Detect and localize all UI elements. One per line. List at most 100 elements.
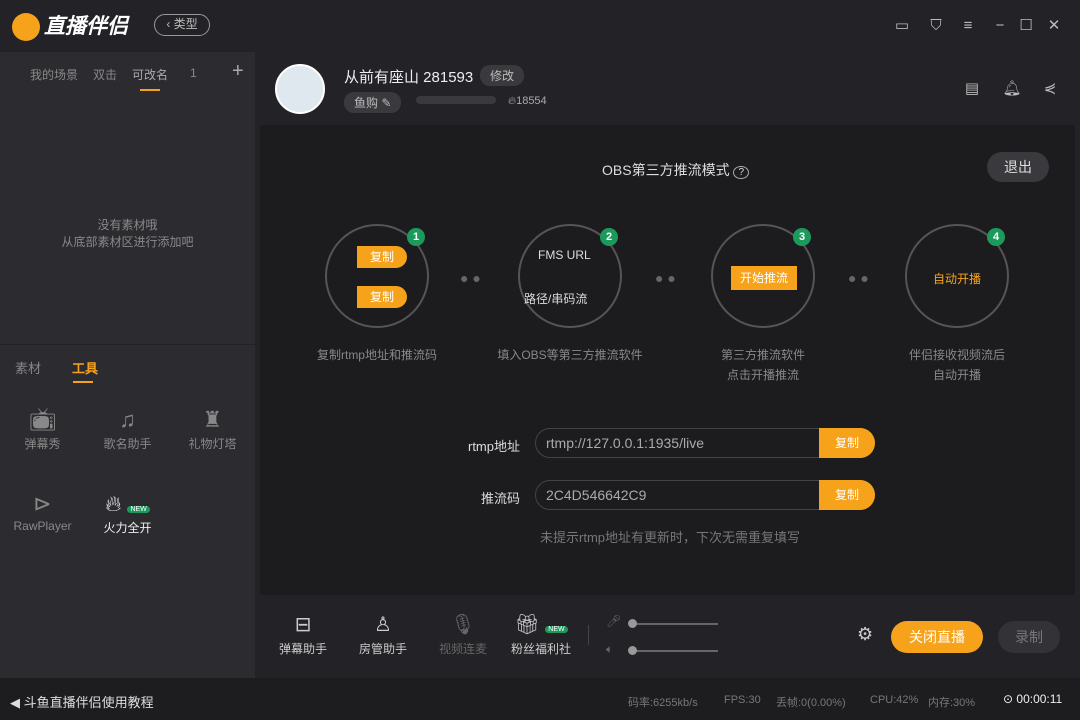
scene-tab-active[interactable]: 可改名 xyxy=(132,66,168,83)
tool-label: 礼物灯塔 xyxy=(170,435,255,452)
scene-tab[interactable]: 我的场景 xyxy=(30,66,78,83)
type-button[interactable]: ‹ 类型 xyxy=(154,14,210,36)
step-caption: 伴侣接收视频流后自动开播 xyxy=(867,345,1047,385)
new-badge: NEW xyxy=(127,506,149,513)
add-scene-button[interactable]: + xyxy=(232,60,244,83)
hint-text: 未提示rtmp地址有更新时，下次无需重复填写 xyxy=(540,527,800,546)
category-label: 鱼购 xyxy=(354,96,378,110)
bottom-label: 弹幕助手 xyxy=(268,640,338,657)
monitor-icon[interactable]: ▭ xyxy=(892,16,912,36)
admin-icon: ♙ xyxy=(348,612,418,640)
mic-icon: 🎙︎ xyxy=(428,612,498,640)
step-4: 自动开播 4 xyxy=(905,224,1009,328)
record-button[interactable]: 录制 xyxy=(998,621,1060,653)
video-link-button[interactable]: 🎙︎视频连麦 xyxy=(428,612,498,657)
tool-label: 歌名助手 xyxy=(85,435,170,452)
share-icon[interactable]: ⋞ xyxy=(1040,79,1060,99)
tool-song-helper[interactable]: ♫歌名助手 xyxy=(85,405,170,452)
mic-volume-icon[interactable]: 🎤︎ xyxy=(606,614,621,628)
fan-welfare-button[interactable]: 🎁︎ NEW粉丝福利社 xyxy=(506,612,576,657)
step-number: 4 xyxy=(987,228,1005,246)
step-connector: ● ● xyxy=(460,270,481,286)
copy-rtmp-button[interactable]: 复制 xyxy=(357,246,407,268)
tv-icon: 📺︎ xyxy=(0,405,85,435)
bottom-label: 房管助手 xyxy=(348,640,418,657)
key-value: 2C4D546642C9 xyxy=(546,487,646,503)
tutorial-link[interactable]: ◀ 斗鱼直播伴侣使用教程 xyxy=(10,692,154,711)
auto-start-text: 自动开播 xyxy=(907,270,1007,287)
tool-gift-tower[interactable]: ♜礼物灯塔 xyxy=(170,405,255,452)
step-number: 3 xyxy=(793,228,811,246)
step-caption: 第三方推流软件点击开播推流 xyxy=(673,345,853,385)
scene-panel: 我的场景 双击 可改名 1 + 没有素材哦从底部素材区进行添加吧 xyxy=(0,52,255,345)
shirt-icon[interactable]: ⛉ xyxy=(926,16,946,36)
copy-key-button[interactable]: 复制 xyxy=(357,286,407,308)
tool-danmu-show[interactable]: 📺︎弹幕秀 xyxy=(0,405,85,452)
category-button[interactable]: 鱼购 ✎ xyxy=(344,92,401,113)
room-admin-button[interactable]: ♙房管助手 xyxy=(348,612,418,657)
app-title: 直播伴侣 xyxy=(44,15,128,38)
obs-title-text: OBS第三方推流模式 xyxy=(602,162,730,178)
speaker-volume-icon[interactable]: 🔈︎ xyxy=(606,642,613,657)
step-3: 开始推流 3 xyxy=(711,224,815,328)
step-caption: 填入OBS等第三方推流软件 xyxy=(480,345,660,365)
streamer-name: 从前有座山 281593 xyxy=(344,66,473,87)
divider xyxy=(588,625,589,645)
close-live-button[interactable]: 关闭直播 xyxy=(891,621,983,653)
help-icon[interactable]: ? xyxy=(733,166,749,179)
empty-line: 从底部素材区进行添加吧 xyxy=(0,234,255,251)
bottom-label: 视频连麦 xyxy=(428,640,498,657)
blurred-info xyxy=(416,96,496,104)
logo-icon xyxy=(12,13,40,41)
tool-firepower[interactable]: 🔥︎ NEW火力全开 xyxy=(85,489,170,536)
memory-usage: 内存:30% xyxy=(928,694,975,710)
type-label: 类型 xyxy=(174,17,198,31)
start-push-button: 开始推流 xyxy=(731,266,797,290)
caption-line: 第三方推流软件 xyxy=(673,345,853,365)
tool-label: 弹幕秀 xyxy=(0,435,85,452)
bitrate: 码率:6255kb/s xyxy=(628,694,698,710)
scene-tab[interactable]: 1 xyxy=(190,66,197,80)
hot-count: 🔥︎18554 xyxy=(508,95,547,108)
close-icon[interactable]: ✕ xyxy=(1044,16,1064,36)
copy-key-field-button[interactable]: 复制 xyxy=(819,480,875,510)
tool-label: 火力全开 xyxy=(85,519,170,536)
app-logo: 直播伴侣 xyxy=(12,10,128,41)
menu-icon[interactable]: ≡ xyxy=(958,16,978,36)
stream-key-field[interactable]: 2C4D546642C9 复制 xyxy=(535,480,875,510)
edit-name-button[interactable]: 修改 xyxy=(480,65,524,86)
minimize-icon[interactable]: − xyxy=(990,16,1010,36)
danmu-helper-button[interactable]: ⊟弹幕助手 xyxy=(268,612,338,657)
maximize-icon[interactable]: ☐ xyxy=(1016,16,1036,36)
caption-line: 伴侣接收视频流后 xyxy=(867,345,1047,365)
layout-icon[interactable]: ▤ xyxy=(962,79,982,99)
music-icon: ♫ xyxy=(85,405,170,435)
tab-tools[interactable]: 工具 xyxy=(72,358,98,377)
empty-line: 没有素材哦 xyxy=(0,217,255,234)
rtmp-value: rtmp://127.0.0.1:1935/live xyxy=(546,435,704,451)
tool-rawplayer[interactable]: ⊳RawPlayer xyxy=(0,489,85,533)
path-text: 路径/串码流 xyxy=(524,290,587,307)
exit-button[interactable]: 退出 xyxy=(987,152,1049,182)
settings-icon[interactable]: ⚙ xyxy=(857,624,873,645)
mic-volume-slider[interactable] xyxy=(632,623,718,625)
fire-icon: 🔥︎ NEW xyxy=(85,489,170,519)
step-2: FMS URL 路径/串码流 2 xyxy=(518,224,622,328)
new-badge: NEW xyxy=(545,626,567,633)
tab-material[interactable]: 素材 xyxy=(15,358,41,377)
bottom-label: 粉丝福利社 xyxy=(506,640,576,657)
clock-icon: ⊙ xyxy=(1003,692,1013,706)
bell-icon[interactable]: 🔔︎ xyxy=(1002,79,1022,99)
fms-url-text: FMS URL xyxy=(538,248,591,262)
step-connector: ● ● xyxy=(655,270,676,286)
fps: FPS:30 xyxy=(724,694,761,706)
speaker-volume-slider[interactable] xyxy=(632,650,718,652)
tool-label: RawPlayer xyxy=(0,519,85,533)
rtmp-field[interactable]: rtmp://127.0.0.1:1935/live 复制 xyxy=(535,428,875,458)
scene-tab[interactable]: 双击 xyxy=(93,66,117,83)
obs-title: OBS第三方推流模式 ? xyxy=(602,160,749,180)
active-indicator xyxy=(73,381,93,383)
copy-rtmp-field-button[interactable]: 复制 xyxy=(819,428,875,458)
hot-value: 18554 xyxy=(516,95,547,107)
avatar[interactable] xyxy=(275,64,325,114)
